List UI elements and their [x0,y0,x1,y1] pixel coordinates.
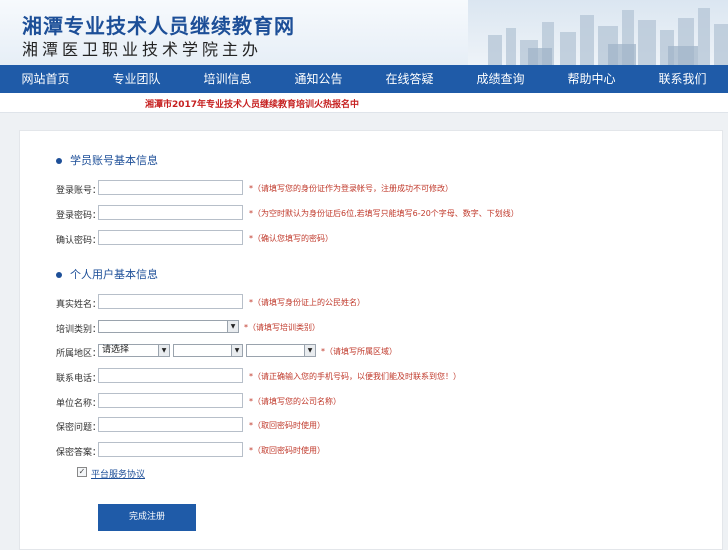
section-account-title: 学员账号基本信息 [56,152,158,168]
chevron-down-icon: ▼ [231,345,242,356]
company-label: 单位名称： [56,399,102,409]
phone-input[interactable] [98,368,243,383]
chevron-down-icon: ▼ [304,345,315,356]
login-account-hint: *（请填写您的身份证作为登录帐号，注册成功不可修改） [249,184,453,193]
confirm-password-hint: *（确认您填写的密码） [249,234,333,243]
city-skyline-image [468,0,728,65]
region-district-select[interactable]: ▼ [246,344,316,357]
real-name-hint: *（请填写身份证上的公民姓名） [249,298,365,307]
security-question-hint: *（取回密码时使用） [249,421,325,430]
nav-help-center[interactable]: 帮助中心 [546,65,637,93]
nav-team[interactable]: 专业团队 [91,65,182,93]
chevron-down-icon: ▼ [227,321,238,332]
security-answer-hint: *（取回密码时使用） [249,446,325,455]
nav-score-query[interactable]: 成绩查询 [455,65,546,93]
section-personal-title: 个人用户基本信息 [56,266,158,282]
security-answer-input[interactable] [98,442,243,457]
bullet-icon [56,272,62,278]
confirm-password-input[interactable] [98,230,243,245]
region-hint: *（请填写所属区域） [321,347,397,356]
confirm-password-label: 确认密码： [56,236,102,246]
login-account-label: 登录账号： [56,186,102,196]
security-question-input[interactable] [98,417,243,432]
chevron-down-icon: ▼ [158,345,169,356]
bullet-icon [56,158,62,164]
nav-online-qa[interactable]: 在线答疑 [364,65,455,93]
login-account-input[interactable] [98,180,243,195]
nav-home[interactable]: 网站首页 [0,65,91,93]
company-input[interactable] [98,393,243,408]
nav-announcements[interactable]: 通知公告 [273,65,364,93]
password-input[interactable] [98,205,243,220]
nav-training-info[interactable]: 培训信息 [182,65,273,93]
region-city-select[interactable]: ▼ [173,344,243,357]
platform-agreement-link[interactable]: 平台服务协议 [91,467,145,480]
registration-form: 学员账号基本信息 登录账号： *（请填写您的身份证作为登录帐号，注册成功不可修改… [19,130,723,550]
phone-hint: *（请正确输入您的手机号码，以便我们能及时联系到您！） [249,372,461,381]
security-question-label: 保密问题： [56,423,102,433]
submit-registration-button[interactable]: 完成注册 [98,504,196,531]
company-hint: *（请填写您的公司名称） [249,397,341,406]
password-label: 登录密码： [56,211,102,221]
notice-bar: 湘潭市2017年专业技术人员继续教育培训火热报名中 [0,93,728,113]
security-answer-label: 保密答案： [56,448,102,458]
nav-contact-us[interactable]: 联系我们 [637,65,728,93]
site-title: 湘潭专业技术人员继续教育网 [22,14,295,38]
training-category-select[interactable]: ▼ [98,320,239,333]
password-hint: *（为空时默认为身份证后6位,若填写只能填写6-20个字母、数字、下划线） [249,209,519,218]
region-province-select[interactable]: 请选择 ▼ [98,344,170,357]
notice-marquee[interactable]: 湘潭市2017年专业技术人员继续教育培训火热报名中 [145,97,359,110]
training-category-hint: *（请填写培训类别） [244,323,320,332]
region-label: 所属地区： [56,349,102,359]
training-category-label: 培训类别： [56,325,102,335]
main-nav: 网站首页 专业团队 培训信息 通知公告 在线答疑 成绩查询 帮助中心 联系我们 [0,65,728,93]
site-header: 湘潭专业技术人员继续教育网 湘潭医卫职业技术学院主办 [0,0,728,65]
phone-label: 联系电话： [56,374,102,384]
real-name-input[interactable] [98,294,243,309]
agreement-checkbox[interactable]: ✓ [77,467,87,477]
site-subtitle: 湘潭医卫职业技术学院主办 [22,40,263,59]
real-name-label: 真实姓名： [56,300,102,310]
